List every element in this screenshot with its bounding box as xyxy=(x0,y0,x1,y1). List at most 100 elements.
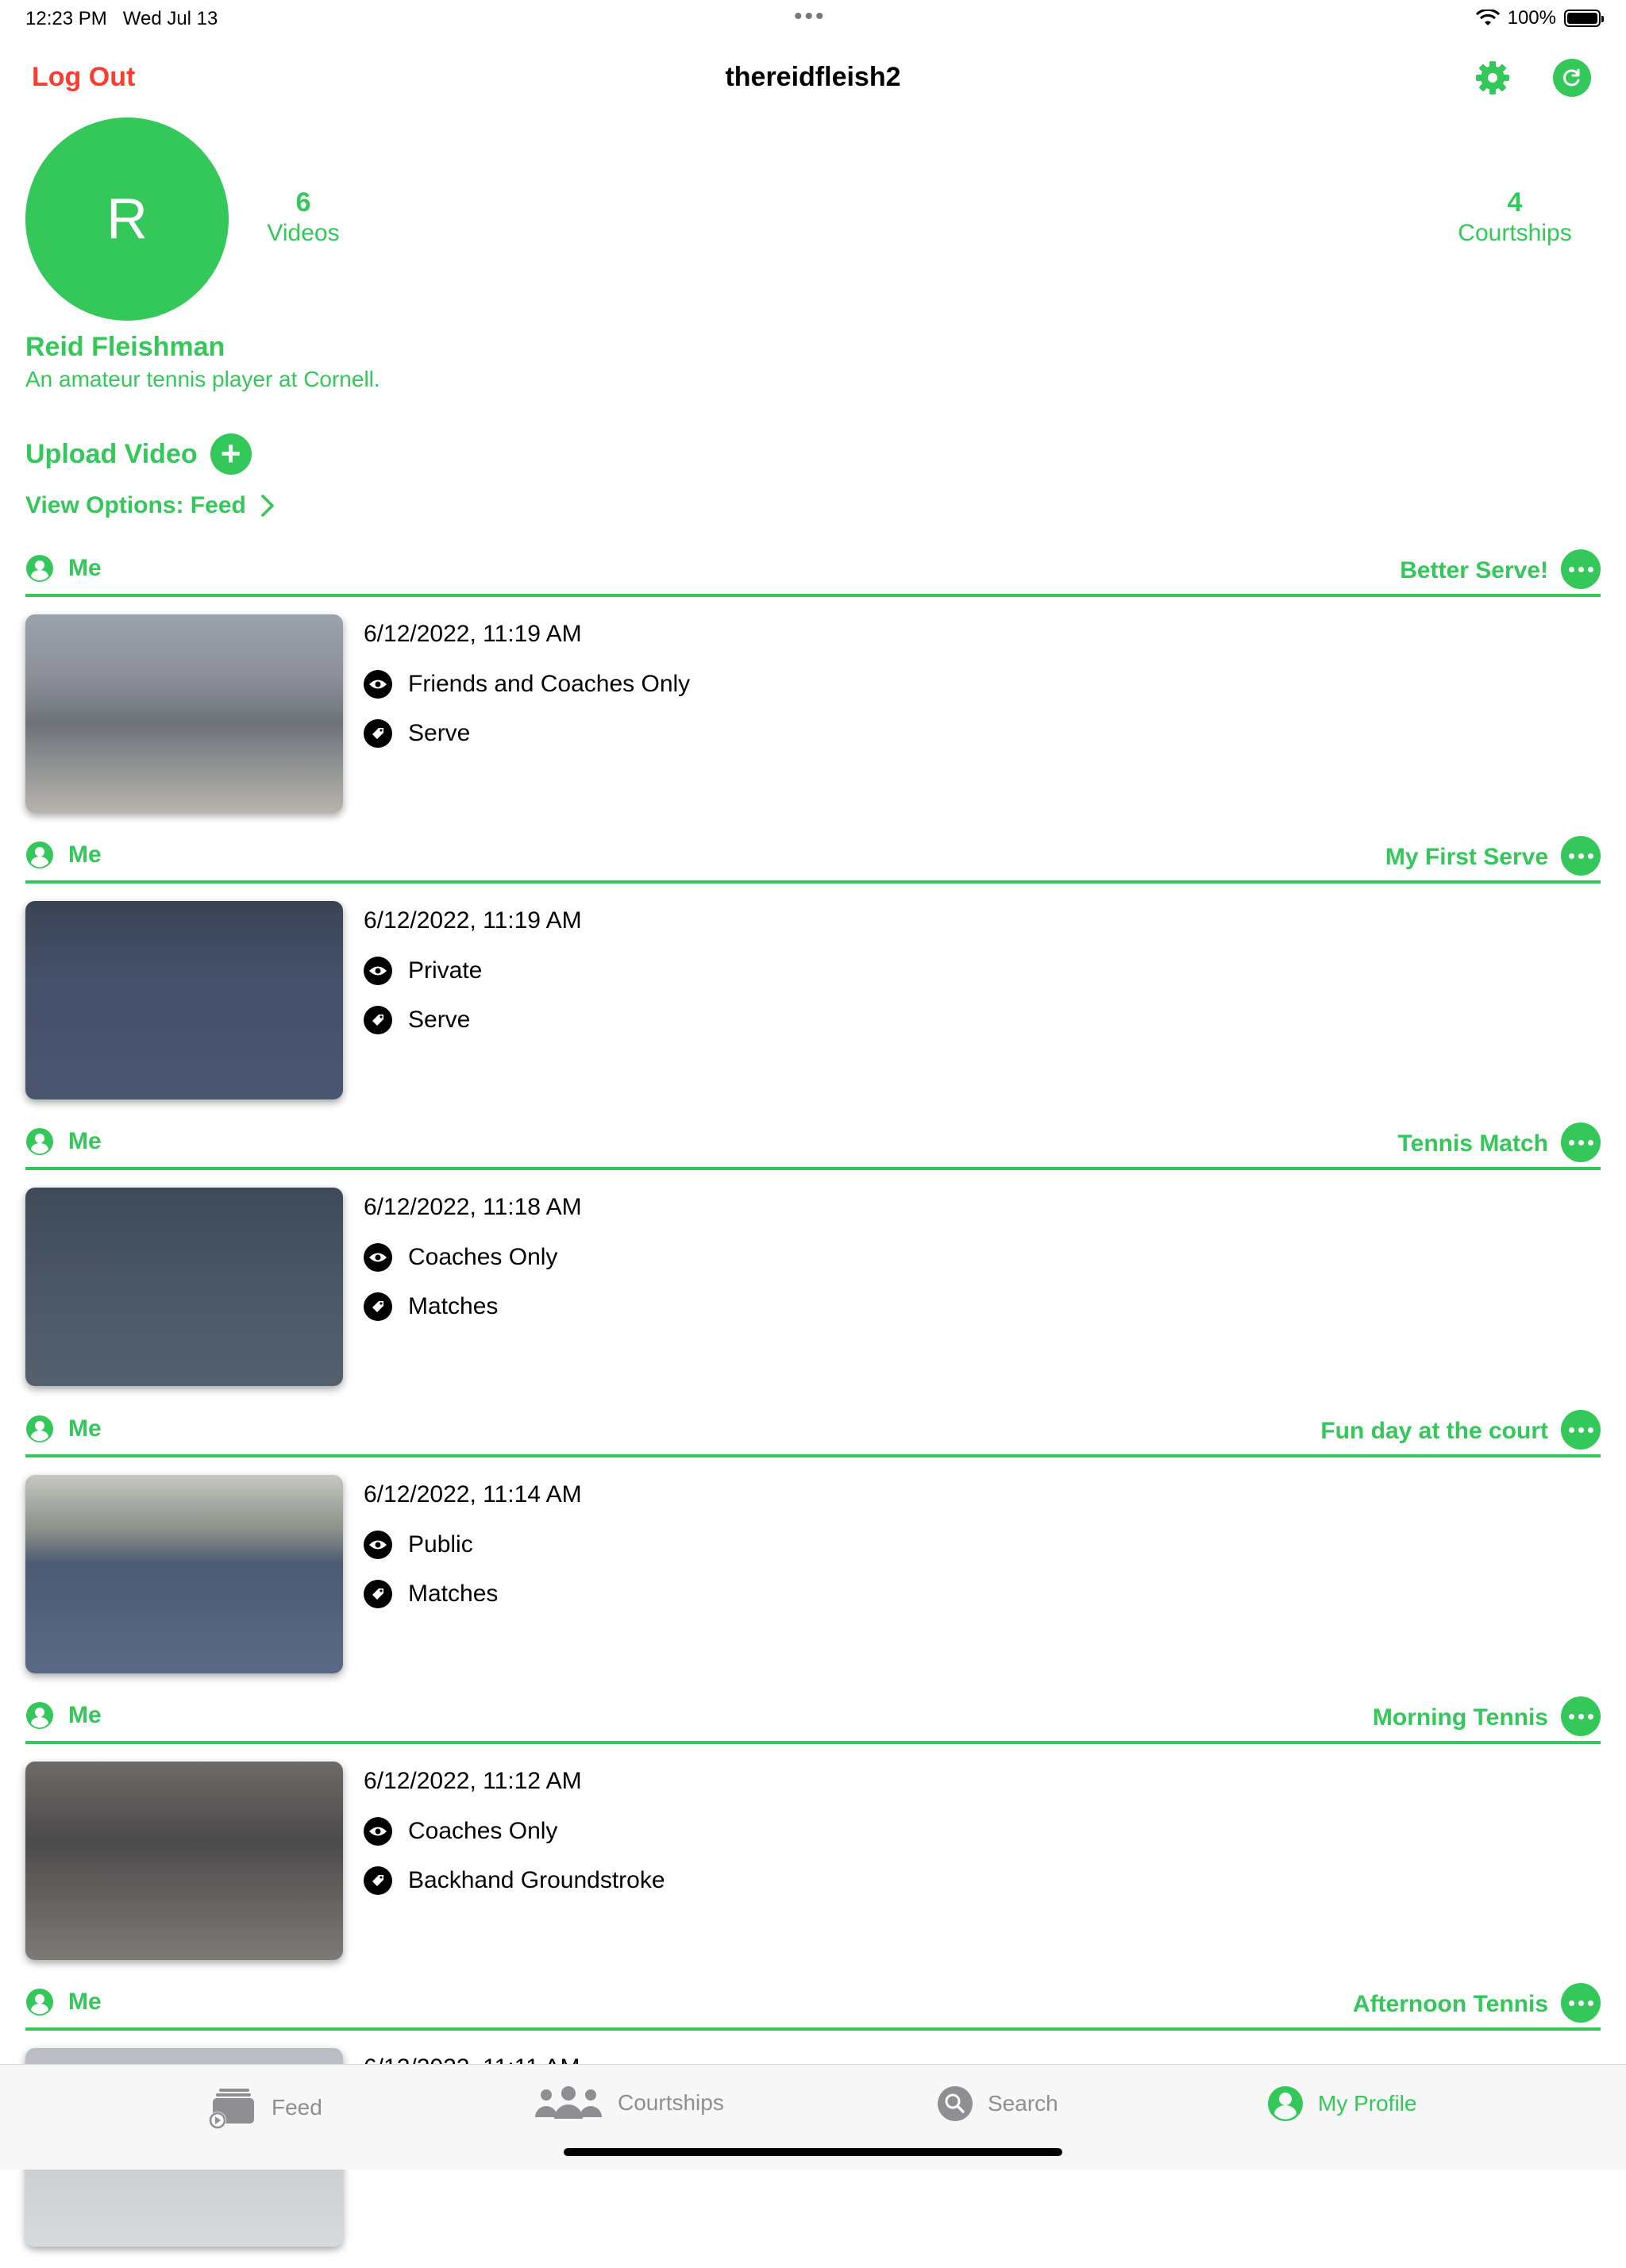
video-date: 6/12/2022, 11:14 AM xyxy=(364,1481,582,1508)
owner-label: Me xyxy=(68,1415,102,1442)
feed-item[interactable]: Me My First Serve 6/12/2022, 11:19 AM Pr… xyxy=(0,834,1626,1121)
video-title: Tennis Match xyxy=(1397,1130,1548,1157)
feed-icon xyxy=(209,2089,254,2129)
person-circle-icon xyxy=(26,1415,53,1442)
video-title: Better Serve! xyxy=(1400,557,1548,583)
eye-icon xyxy=(364,957,392,985)
video-title: Fun day at the court xyxy=(1320,1418,1548,1444)
owner-label: Me xyxy=(68,841,102,868)
tag-row: Serve xyxy=(364,1006,470,1034)
courtships-label: Courtships xyxy=(1458,220,1572,246)
videos-count: 6 xyxy=(295,187,311,218)
visibility-row: Friends and Coaches Only xyxy=(364,670,690,699)
eye-icon xyxy=(364,1531,392,1559)
page-title: thereidfleish2 xyxy=(725,62,901,92)
video-thumbnail[interactable] xyxy=(25,901,343,1099)
plus-icon: + xyxy=(210,433,252,475)
upload-video-button[interactable]: Upload Video + xyxy=(25,433,252,475)
feed-item[interactable]: Me Better Serve! 6/12/2022, 11:19 AM Fri… xyxy=(0,548,1626,834)
ellipsis-icon xyxy=(1568,566,1574,572)
more-options-button[interactable] xyxy=(1561,1410,1601,1450)
avatar: R xyxy=(25,117,229,321)
tab-search[interactable]: Search xyxy=(937,2085,1058,2122)
feed-item[interactable]: Me Fun day at the court 6/12/2022, 11:14… xyxy=(0,1408,1626,1695)
tab-courtships-label: Courtships xyxy=(618,2090,724,2115)
status-right: 100% xyxy=(1475,7,1604,29)
tag-icon xyxy=(364,1292,392,1321)
battery-percent: 100% xyxy=(1507,7,1556,29)
more-options-button[interactable] xyxy=(1561,1122,1601,1162)
tab-my-profile[interactable]: My Profile xyxy=(1267,2085,1416,2122)
more-options-button[interactable] xyxy=(1561,836,1601,876)
tag-row: Matches xyxy=(364,1292,498,1321)
tab-search-label: Search xyxy=(988,2091,1058,2116)
owner[interactable]: Me xyxy=(25,1701,102,1730)
person-circle-icon xyxy=(26,1128,53,1155)
tag-icon xyxy=(364,1006,392,1034)
video-thumbnail[interactable] xyxy=(25,614,343,813)
tag-row: Matches xyxy=(364,1580,498,1608)
visibility-label: Private xyxy=(408,957,483,984)
feed-item-header: Me Fun day at the court xyxy=(25,1408,1601,1457)
owner[interactable]: Me xyxy=(25,554,102,583)
owner[interactable]: Me xyxy=(25,1988,102,2016)
video-date: 6/12/2022, 11:12 AM xyxy=(364,1768,582,1794)
eye-icon xyxy=(364,670,392,699)
owner[interactable]: Me xyxy=(25,1415,102,1443)
more-options-button[interactable] xyxy=(1561,1983,1601,2023)
video-title: Morning Tennis xyxy=(1372,1704,1548,1731)
ellipsis-icon xyxy=(1568,1427,1574,1433)
visibility-label: Coaches Only xyxy=(408,1244,558,1270)
wifi-icon xyxy=(1475,10,1500,25)
videos-stat[interactable]: 6 Videos xyxy=(256,187,351,247)
courtships-count: 4 xyxy=(1507,187,1523,218)
view-options-button[interactable]: View Options: Feed xyxy=(25,492,275,519)
person-circle-icon xyxy=(26,1989,53,2016)
video-thumbnail[interactable] xyxy=(25,1762,343,1960)
refresh-icon xyxy=(1563,68,1580,87)
video-title: Afternoon Tennis xyxy=(1352,1991,1548,2017)
status-time: 12:23 PM Wed Jul 13 xyxy=(25,8,218,30)
refresh-button[interactable] xyxy=(1553,59,1591,97)
video-thumbnail[interactable] xyxy=(25,1475,343,1673)
view-options-label: View Options: Feed xyxy=(25,492,246,518)
tag-icon xyxy=(364,1580,392,1608)
ellipsis-icon xyxy=(1568,1139,1574,1146)
tag-label: Serve xyxy=(408,1007,471,1033)
tab-feed[interactable]: Feed xyxy=(208,2085,322,2130)
person-circle-icon xyxy=(26,555,53,582)
tab-courtships[interactable]: Courtships xyxy=(534,2085,724,2120)
visibility-label: Coaches Only xyxy=(408,1818,558,1844)
tag-label: Matches xyxy=(408,1581,499,1607)
tab-my-profile-label: My Profile xyxy=(1318,2091,1417,2116)
owner[interactable]: Me xyxy=(25,841,102,869)
visibility-label: Friends and Coaches Only xyxy=(408,671,691,697)
feed-item-header: Me Tennis Match xyxy=(25,1121,1601,1170)
settings-button[interactable] xyxy=(1474,59,1512,97)
multitasking-dots-icon[interactable]: ••• xyxy=(794,3,826,30)
more-options-button[interactable] xyxy=(1561,1696,1601,1736)
owner-label: Me xyxy=(68,1702,102,1728)
status-time-text: 12:23 PM xyxy=(25,8,107,29)
visibility-row: Private xyxy=(364,957,482,985)
ellipsis-icon xyxy=(1568,1713,1574,1719)
video-thumbnail[interactable] xyxy=(25,1188,343,1386)
owner[interactable]: Me xyxy=(25,1127,102,1156)
logout-button[interactable]: Log Out xyxy=(32,62,135,93)
feed-item-header: Me Better Serve! xyxy=(25,548,1601,597)
videos-label: Videos xyxy=(267,220,340,246)
tab-feed-label: Feed xyxy=(272,2095,322,2120)
feed-item[interactable]: Me Morning Tennis 6/12/2022, 11:12 AM Co… xyxy=(0,1695,1626,1981)
tag-icon xyxy=(364,719,392,748)
courtships-stat[interactable]: 4 Courtships xyxy=(1443,187,1586,247)
video-date: 6/12/2022, 11:19 AM xyxy=(364,907,582,934)
ellipsis-icon xyxy=(1568,2000,1574,2006)
feed-item[interactable]: Me Tennis Match 6/12/2022, 11:18 AM Coac… xyxy=(0,1121,1626,1407)
tag-label: Serve xyxy=(408,720,471,746)
home-indicator[interactable] xyxy=(564,2148,1062,2156)
profile-name: Reid Fleishman xyxy=(25,332,225,362)
ellipsis-icon xyxy=(1568,853,1574,859)
owner-label: Me xyxy=(68,1989,102,2015)
more-options-button[interactable] xyxy=(1561,549,1601,589)
person-circle-icon xyxy=(26,1702,53,1729)
